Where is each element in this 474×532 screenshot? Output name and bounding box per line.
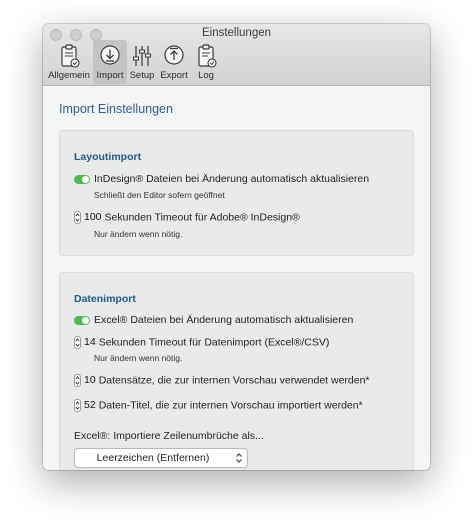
export-upload-icon [164, 45, 184, 65]
indesign-timeout-value[interactable]: 100 [84, 211, 102, 223]
preview-records-label: Datensätze, die zur internen Vorschau ve… [98, 374, 370, 387]
datenimport-heading: Datenimport [74, 293, 136, 305]
linebreak-selected-value: Leerzeichen (Entfernen) [96, 452, 210, 464]
data-timeout-stepper[interactable] [74, 336, 81, 349]
preview-titles-row: 52 Daten-Titel, die zur internen Vorschau… [74, 399, 363, 412]
toolbar-item-import[interactable]: Import [93, 40, 127, 84]
preview-records-stepper[interactable] [74, 374, 81, 387]
preview-titles-value[interactable]: 52 [84, 399, 96, 411]
indesign-timeout-stepper[interactable] [74, 211, 81, 224]
linebreak-select[interactable]: Leerzeichen (Entfernen) [74, 448, 248, 468]
indesign-timeout-row: 100 Sekunden Timeout für Adobe® InDesign® [74, 211, 300, 224]
toolbar-item-log[interactable]: Log [193, 40, 219, 84]
data-timeout-label: Sekunden Timeout für Datenimport (Excel®… [98, 336, 330, 349]
preview-records-row: 10 Datensätze, die zur internen Vorschau … [74, 374, 370, 387]
toolbar-item-label: Import [96, 70, 124, 81]
window-title: Einstellungen [201, 27, 272, 39]
preview-titles-label: Daten-Titel, die zur internen Vorschau i… [98, 399, 363, 412]
toolbar-item-setup[interactable]: Setup [128, 40, 156, 84]
preferences-window: Einstellungen Allgemein Import Setup Exp… [43, 24, 430, 470]
data-timeout-value[interactable]: 14 [84, 336, 96, 348]
layoutimport-heading: Layoutimport [74, 151, 142, 163]
indesign-timeout-hint: Nur ändern wenn nötig. [94, 229, 183, 239]
indesign-timeout-label: Sekunden Timeout für Adobe® InDesign® [104, 211, 300, 224]
stepper-arrows-icon [75, 401, 80, 410]
toolbar-item-export[interactable]: Export [157, 40, 191, 84]
toolbar-item-allgemein[interactable]: Allgemein [47, 40, 91, 84]
general-settings-icon [61, 44, 80, 68]
page-title: Import Einstellungen [59, 102, 173, 116]
preview-records-value[interactable]: 10 [84, 374, 96, 386]
layoutimport-group: Layoutimport InDesign® Dateien bei Änder… [59, 130, 414, 256]
data-timeout-row: 14 Sekunden Timeout für Datenimport (Exce… [74, 336, 329, 349]
excel-auto-update-toggle[interactable] [74, 315, 90, 325]
excel-auto-update-row: Excel® Dateien bei Änderung automatisch … [74, 314, 353, 326]
stepper-arrows-icon [75, 338, 80, 347]
toolbar-item-label: Allgemein [48, 70, 90, 81]
indesign-auto-update-hint: Schließt den Editor sofern geöffnet [94, 190, 225, 200]
stepper-arrows-icon [75, 376, 80, 385]
datenimport-group: Datenimport Excel® Dateien bei Änderung … [59, 272, 414, 470]
setup-sliders-icon [133, 46, 151, 66]
toolbar-item-label: Log [198, 70, 214, 81]
indesign-auto-update-row: InDesign® Dateien bei Änderung automatis… [74, 173, 369, 185]
log-document-icon [198, 44, 217, 68]
select-arrows-icon [236, 453, 242, 463]
indesign-auto-update-label: InDesign® Dateien bei Änderung automatis… [94, 173, 370, 185]
title-bar: Einstellungen Allgemein Import Setup Exp… [43, 24, 430, 86]
excel-auto-update-label: Excel® Dateien bei Änderung automatisch … [94, 314, 354, 326]
linebreak-label: Excel®: Importiere Zeilenumbrüche als... [74, 430, 264, 442]
import-download-icon [100, 45, 120, 65]
data-timeout-hint: Nur ändern wenn nötig. [94, 353, 183, 363]
stepper-arrows-icon [75, 213, 80, 222]
import-settings-pane: Import Einstellungen Layoutimport InDesi… [43, 86, 430, 470]
indesign-auto-update-toggle[interactable] [74, 174, 90, 184]
preview-titles-stepper[interactable] [74, 399, 81, 412]
toolbar-item-label: Export [160, 70, 188, 81]
toolbar-item-label: Setup [129, 70, 155, 81]
